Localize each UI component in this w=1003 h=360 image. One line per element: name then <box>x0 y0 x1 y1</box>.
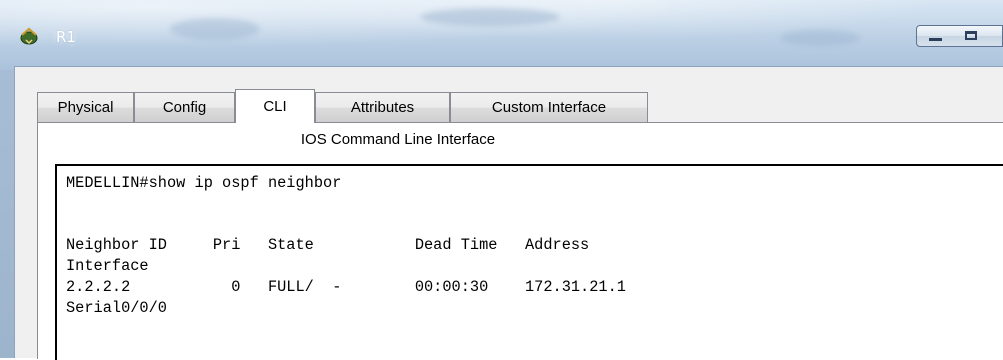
application-window: R1 Physical Config CLI Attributes Custom… <box>0 0 1003 360</box>
tab-label: Attributes <box>350 99 415 116</box>
title-bar[interactable]: R1 <box>0 0 1003 70</box>
tab-cli[interactable]: CLI <box>235 89 315 123</box>
console-output[interactable]: MEDELLIN#show ip ospf neighbor Neighbor … <box>66 173 626 319</box>
glass-reflection <box>780 30 860 46</box>
glass-reflection <box>420 8 560 26</box>
tab-label: CLI <box>263 98 287 115</box>
tab-physical[interactable]: Physical <box>37 92 134 122</box>
glass-reflection <box>170 18 260 40</box>
tab-attributes[interactable]: Attributes <box>315 92 450 122</box>
cli-panel: IOS Command Line Interface MEDELLIN#show… <box>37 122 1003 360</box>
maximize-button[interactable] <box>953 25 1003 47</box>
tab-config[interactable]: Config <box>134 92 235 122</box>
cli-heading: IOS Command Line Interface <box>300 131 496 148</box>
minimize-button[interactable] <box>916 25 954 47</box>
cli-console[interactable]: MEDELLIN#show ip ospf neighbor Neighbor … <box>55 164 1003 360</box>
window-title: R1 <box>56 28 76 46</box>
maximize-icon <box>965 31 977 40</box>
router-icon <box>18 26 40 48</box>
window-border <box>0 70 14 358</box>
tab-label: Config <box>162 99 207 116</box>
tab-label: Physical <box>57 99 114 116</box>
window-client-area: Physical Config CLI Attributes Custom In… <box>14 66 1003 360</box>
tab-custom-interface[interactable]: Custom Interface <box>450 92 648 122</box>
minimize-icon <box>929 38 942 41</box>
tab-label: Custom Interface <box>491 99 607 116</box>
